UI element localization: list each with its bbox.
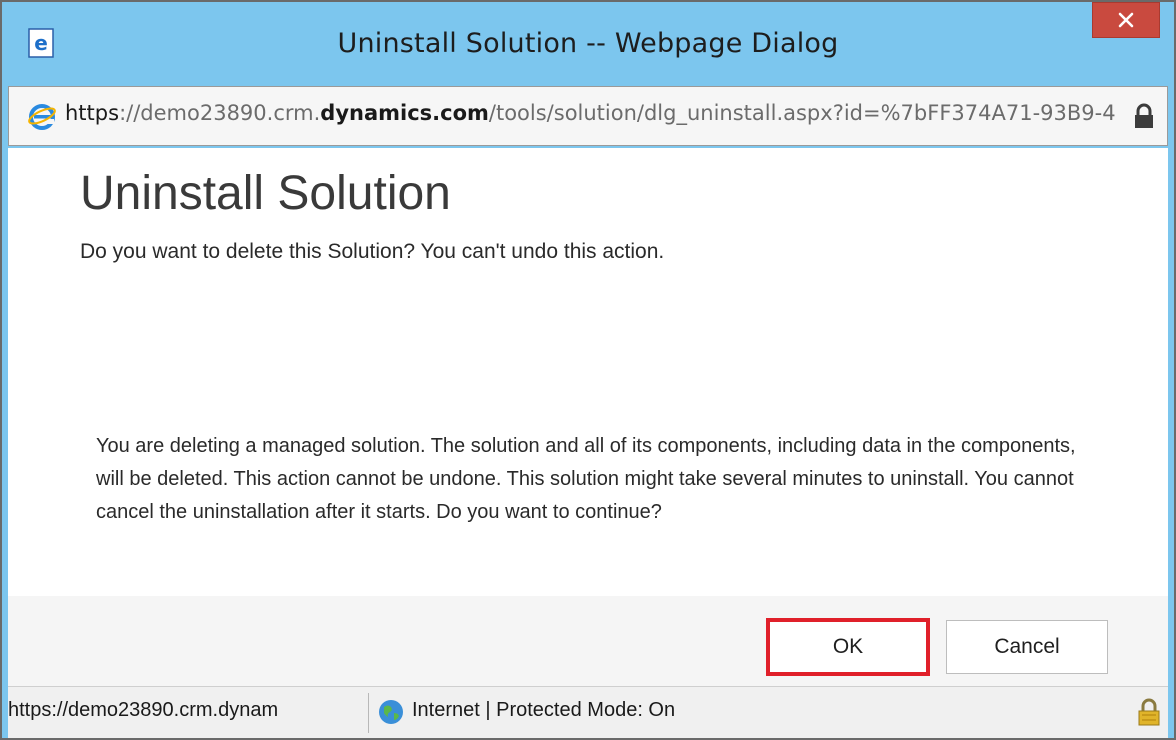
address-url[interactable]: https://demo23890.crm.dynamics.com/tools… [65,101,1127,125]
address-bar[interactable]: https://demo23890.crm.dynamics.com/tools… [8,86,1168,146]
url-subdomain: demo23890.crm. [140,101,321,125]
url-scheme: https [65,101,120,125]
title-bar: e Uninstall Solution -- Webpage Dialog [8,2,1168,84]
page-title: Uninstall Solution [80,167,451,220]
window-title: Uninstall Solution -- Webpage Dialog [337,28,839,59]
page-subtitle: Do you want to delete this Solution? You… [80,240,665,263]
close-icon [1118,12,1134,28]
button-bar: OK Cancel [8,596,1168,686]
lock-icon[interactable] [1133,103,1155,129]
url-path: /tools/solution/dlg_uninstall.aspx?id=%7… [488,101,1116,125]
cancel-button[interactable]: Cancel [946,620,1108,674]
url-separator: :// [119,101,141,125]
status-url: https://demo23890.crm.dynam [8,699,279,721]
url-domain: dynamics.com [320,101,489,125]
ok-button[interactable]: OK [766,618,930,676]
security-zone[interactable]: Internet | Protected Mode: On [412,699,675,722]
dialog-content: Uninstall Solution Do you want to delete… [8,148,1168,596]
dialog-frame: e Uninstall Solution -- Webpage Dialog h… [8,2,1168,738]
status-bar: https://demo23890.crm.dynam Internet | P… [8,686,1168,738]
dialog-window: e Uninstall Solution -- Webpage Dialog h… [0,0,1176,740]
ie-icon [28,104,56,130]
lock-icon[interactable] [1136,697,1162,727]
status-divider [368,693,369,733]
close-button[interactable] [1092,2,1160,38]
warning-message: You are deleting a managed solution. The… [96,435,1076,523]
globe-icon [379,700,403,724]
